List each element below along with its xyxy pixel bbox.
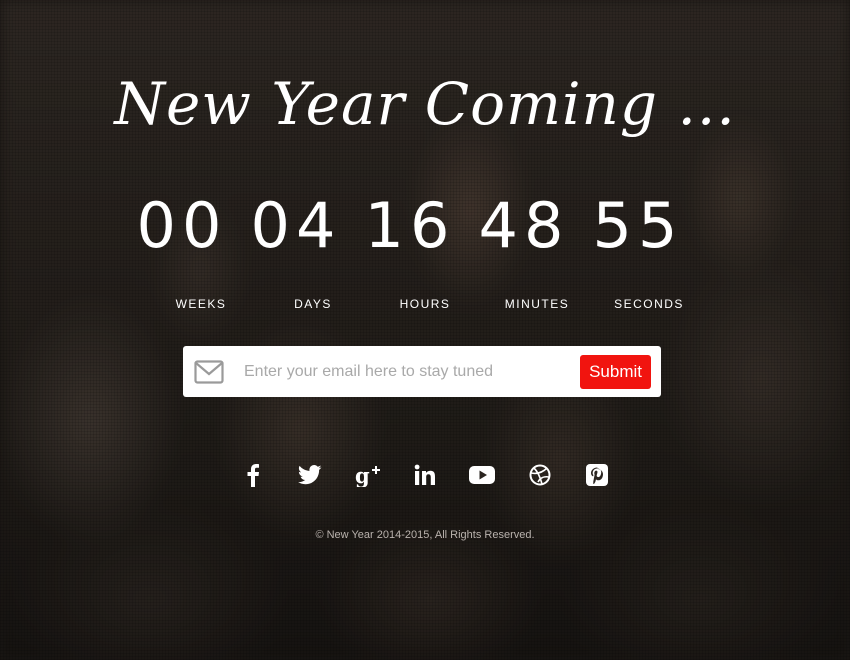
countdown-hours-value: 16 <box>364 189 456 262</box>
countdown-weeks-label: WEEKS <box>175 297 227 311</box>
countdown-minutes: 48 <box>467 190 581 262</box>
page-title: New Year Coming ... <box>114 70 736 138</box>
social-links: g <box>235 460 615 490</box>
countdown-timer: 00 04 16 48 55 <box>125 190 695 262</box>
countdown-minutes-label: MINUTES <box>504 297 570 311</box>
countdown-labels: WEEKS DAYS HOURS MINUTES SECONDS <box>145 297 705 311</box>
countdown-days: 04 <box>239 190 353 262</box>
subscribe-form: Submit <box>183 346 661 397</box>
facebook-icon[interactable] <box>235 460 271 490</box>
countdown-days-label: DAYS <box>294 297 332 311</box>
countdown-hours: 16 <box>353 190 467 262</box>
countdown-seconds: 55 <box>581 190 695 262</box>
submit-button[interactable]: Submit <box>580 354 651 389</box>
countdown-seconds-value: 55 <box>592 189 684 262</box>
dribbble-icon[interactable] <box>522 460 558 490</box>
linkedin-icon[interactable] <box>407 460 443 490</box>
envelope-icon <box>194 359 224 384</box>
countdown-days-value: 04 <box>250 189 342 262</box>
svg-text:g: g <box>355 463 370 487</box>
countdown-weeks-value: 00 <box>136 189 228 262</box>
google-plus-icon[interactable]: g <box>350 460 386 490</box>
youtube-icon[interactable] <box>464 460 500 490</box>
copyright-text: © New Year 2014-2015, All Rights Reserve… <box>315 529 535 541</box>
countdown-seconds-label: SECONDS <box>614 297 684 311</box>
countdown-hours-label: HOURS <box>399 297 451 311</box>
email-input[interactable] <box>244 356 581 387</box>
twitter-icon[interactable] <box>292 460 328 490</box>
coming-soon-page: New Year Coming ... 00 04 16 48 55 WEEKS… <box>0 0 850 660</box>
countdown-minutes-value: 48 <box>478 189 570 262</box>
countdown-weeks: 00 <box>125 190 239 262</box>
pinterest-icon[interactable] <box>579 460 615 490</box>
main-content: New Year Coming ... 00 04 16 48 55 WEEKS… <box>0 0 850 660</box>
